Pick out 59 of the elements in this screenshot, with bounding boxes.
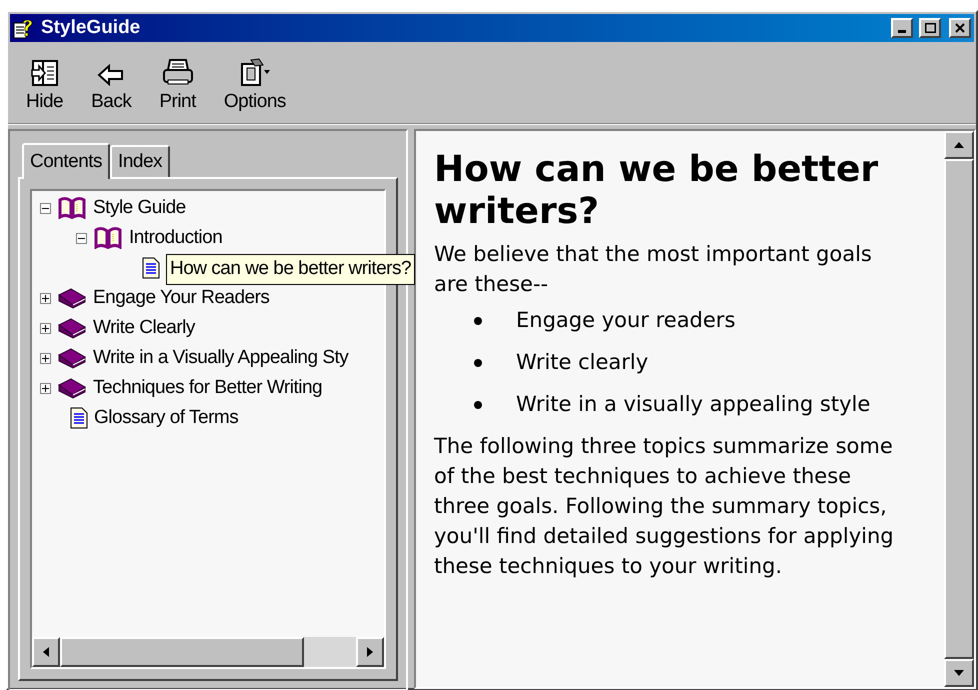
close-button[interactable] [949, 18, 971, 38]
toolbar-button[interactable]: Hide [26, 50, 64, 116]
help-book-icon [13, 17, 35, 39]
page-icon [142, 257, 160, 279]
collapse-box[interactable] [76, 232, 87, 244]
tooltip: How can we be better writers? [166, 254, 416, 284]
topic-heading: How can we be better writers? [434, 149, 880, 233]
toolbar-button[interactable]: Print [159, 50, 196, 116]
left-triangle-icon [43, 647, 49, 657]
open-book-icon [57, 197, 87, 219]
bullet-icon [474, 401, 482, 409]
close-icon [955, 23, 965, 33]
expand-box[interactable] [40, 352, 51, 364]
tree-item[interactable]: Write Clearly [93, 314, 195, 342]
intro-paragraph: We believe that the most important goals are these-- [434, 241, 873, 298]
tree-item[interactable]: Introduction [129, 224, 222, 252]
tree-item[interactable]: Engage Your Readers [93, 284, 270, 312]
minimize-icon [898, 30, 906, 33]
scroll-right-button[interactable] [356, 637, 384, 667]
open-book-icon [93, 227, 123, 249]
bullet-icon [474, 359, 482, 367]
maximize-button[interactable] [919, 18, 941, 38]
scroll-down-button[interactable] [944, 659, 974, 687]
horizontal-scrollbar[interactable] [32, 637, 384, 667]
page-icon [70, 407, 88, 429]
expand-box[interactable] [40, 382, 51, 394]
scroll-left-button[interactable] [32, 637, 60, 667]
options-document-icon [238, 58, 271, 86]
body-paragraph: The following three topics summarize some of the best techniques to achieve these three goals. Following the summary topics, you'll find detailed suggestions for applying these techniques to your writing. [434, 433, 895, 580]
hide-pane-icon [30, 60, 60, 86]
tree-item[interactable]: Write in a Visually Appealing Sty [93, 344, 348, 372]
collapse-box[interactable] [40, 202, 51, 214]
closed-book-icon [57, 317, 87, 339]
maximize-icon [924, 23, 936, 33]
printer-icon [162, 58, 194, 86]
tab[interactable]: Index [110, 145, 170, 177]
scroll-thumb[interactable] [60, 637, 304, 667]
window-title: StyleGuide [41, 16, 140, 40]
closed-book-icon [57, 347, 87, 369]
bullet-text: Write clearly [516, 349, 648, 376]
expand-box[interactable] [40, 292, 51, 304]
left-arrow-icon [97, 64, 126, 86]
bullet-text: Engage your readers [516, 307, 736, 334]
tab[interactable]: Contents [22, 143, 110, 179]
closed-book-icon [57, 377, 87, 399]
tree-item[interactable]: Style Guide [93, 194, 186, 222]
toolbar-button[interactable]: Options [224, 50, 286, 116]
down-triangle-icon [954, 670, 964, 676]
closed-book-icon [57, 287, 87, 309]
up-triangle-icon [954, 142, 964, 148]
scroll-up-button[interactable] [944, 131, 974, 159]
tree-item[interactable]: Techniques for Better Writing [93, 374, 322, 402]
right-triangle-icon [367, 647, 373, 657]
minimize-button[interactable] [891, 18, 913, 38]
bullet-icon [474, 317, 482, 325]
bullet-text: Write in a visually appealing style [516, 391, 870, 418]
expand-box[interactable] [40, 322, 51, 334]
tree-item[interactable]: Glossary of Terms [94, 404, 238, 432]
toolbar-button[interactable]: Back [91, 50, 132, 116]
